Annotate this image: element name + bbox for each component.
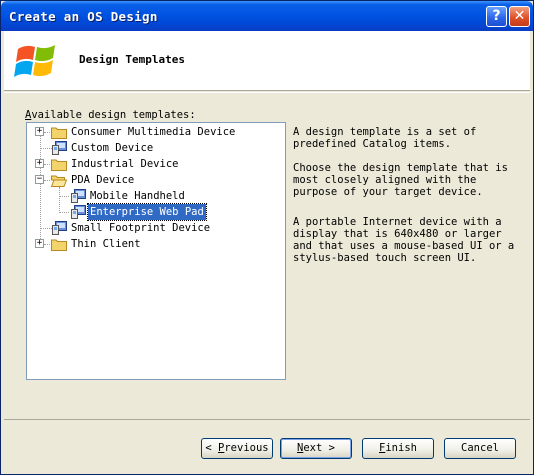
device-icon (71, 189, 86, 203)
tree-item-label: PDA Device (71, 174, 135, 186)
previous-button-label: revious (224, 442, 269, 454)
cancel-button-label: Cancel (461, 442, 499, 454)
cancel-button[interactable]: Cancel (444, 438, 516, 459)
folder-icon (51, 159, 67, 171)
tree-item-label: Consumer Multimedia Device (71, 126, 236, 138)
next-button-label: ext > (303, 442, 335, 454)
device-icon (52, 221, 67, 235)
page-title: Design Templates (79, 53, 185, 66)
tree-item-small-footprint-device[interactable]: Small Footprint Device (27, 220, 285, 236)
device-icon (71, 205, 86, 219)
header-divider (4, 92, 530, 93)
expand-toggle[interactable]: + (35, 159, 44, 168)
previous-button[interactable]: < Previous (201, 438, 273, 459)
collapse-toggle[interactable]: − (35, 175, 44, 184)
finish-button[interactable]: Finish (362, 438, 434, 459)
design-templates-tree[interactable]: + Consumer Multimedia Device Custom Devi… (26, 122, 286, 380)
windows-flag-icon (14, 45, 55, 77)
expand-toggle[interactable]: + (35, 239, 44, 248)
tree-item-label: Industrial Device (71, 158, 179, 170)
tree-item-industrial-device[interactable]: + Industrial Device (27, 156, 285, 172)
close-icon: ✕ (513, 8, 526, 24)
window-title: Create an OS Design (9, 9, 158, 24)
templates-label: Available design templates: (25, 109, 196, 121)
templates-label-text: vailable design templates: (31, 109, 196, 121)
tree-item-thin-client[interactable]: + Thin Client (27, 236, 285, 252)
tree-item-enterprise-web-pad[interactable]: Enterprise Web Pad (27, 203, 285, 221)
selected-template-description: A portable Internet device with a displa… (293, 216, 515, 264)
title-bar[interactable]: Create an OS Design ? ✕ (1, 1, 533, 31)
tree-item-consumer-multimedia-device[interactable]: + Consumer Multimedia Device (27, 124, 285, 140)
folder-open-icon (51, 175, 67, 187)
folder-icon (51, 239, 67, 251)
close-button[interactable]: ✕ (509, 6, 530, 27)
help-icon: ? (492, 8, 501, 24)
footer-divider (4, 419, 530, 420)
tree-item-pda-device[interactable]: − PDA Device (27, 172, 285, 188)
previous-button-prefix: < (205, 442, 219, 454)
help-button[interactable]: ? (486, 6, 507, 27)
device-icon (52, 141, 67, 155)
tree-item-mobile-handheld[interactable]: Mobile Handheld (27, 188, 285, 204)
expand-toggle[interactable]: + (35, 127, 44, 136)
folder-icon (51, 127, 67, 139)
template-intro-text: A design template is a set of predefined… (293, 126, 477, 150)
tree-item-label-selected: Enterprise Web Pad (87, 203, 207, 221)
tree-item-label: Small Footprint Device (71, 222, 211, 234)
tree-item-label: Mobile Handheld (90, 190, 185, 202)
tree-item-label: Custom Device (71, 142, 154, 154)
tree-item-label: Thin Client (71, 238, 141, 250)
template-guidance-text: Choose the design template that is most … (293, 162, 508, 198)
next-button[interactable]: Next > (280, 438, 352, 459)
create-os-design-dialog: Create an OS Design ? ✕ Design Templates… (0, 0, 534, 475)
finish-button-label: inish (385, 442, 417, 454)
wizard-header: Design Templates (4, 31, 530, 91)
tree-item-custom-device[interactable]: Custom Device (27, 140, 285, 156)
